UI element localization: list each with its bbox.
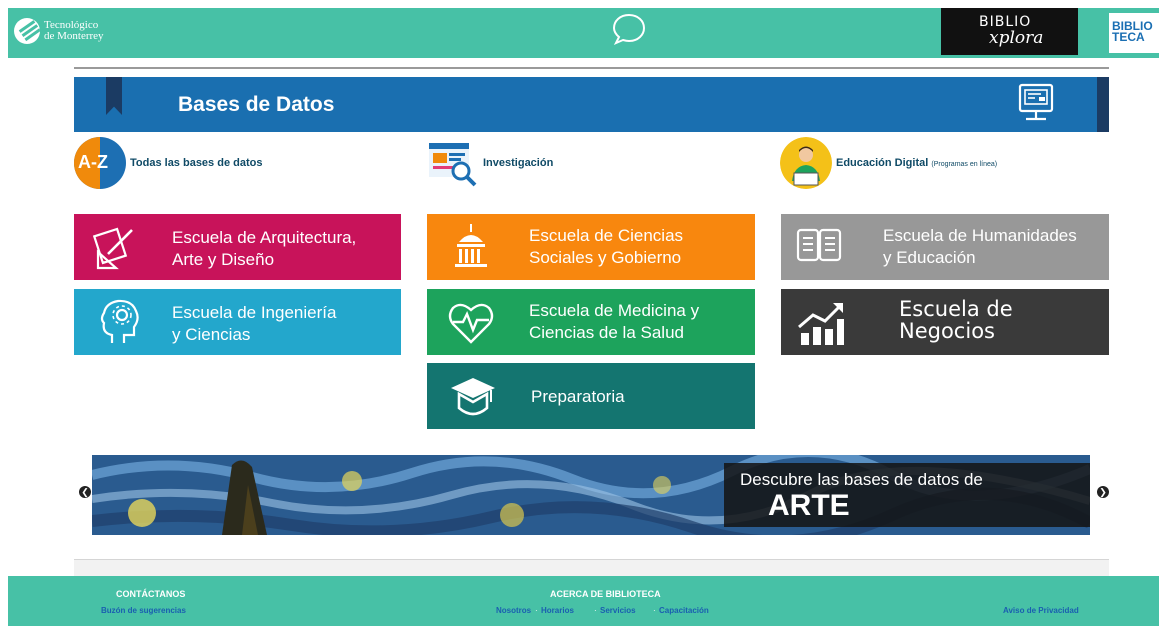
- tile-label-line-1: Escuela de Ingeniería: [172, 303, 337, 322]
- carousel-caption-line-2: ARTE: [768, 489, 850, 522]
- computer-icon[interactable]: [1017, 82, 1055, 126]
- tile-label-line-2: Arte y Diseño: [172, 250, 275, 269]
- chat-bubble-icon[interactable]: [611, 11, 647, 47]
- tec-logo-text: Tecnológico de Monterrey: [44, 20, 104, 42]
- open-book-icon: [796, 228, 842, 262]
- banner-endcap: [1097, 77, 1109, 132]
- footer-link-servicios[interactable]: Servicios: [600, 606, 636, 615]
- footer-link-nosotros[interactable]: Nosotros: [496, 606, 531, 615]
- footer-separator: ·: [535, 606, 538, 615]
- spacer-band: [74, 560, 1109, 576]
- page: Tecnológico de Monterrey BIBLIO xplora B…: [8, 8, 1159, 626]
- tile-label-line-2: Ciencias de la Salud: [529, 323, 684, 342]
- footer-separator: ·: [653, 606, 656, 615]
- a-z-icon-text: A-Z: [78, 152, 108, 172]
- tile-business[interactable]: Escuela de Negocios: [781, 289, 1109, 355]
- tile-label: Preparatoria: [531, 386, 625, 408]
- tec-logo-icon: [14, 18, 40, 44]
- tile-label-line-1: Escuela de Humanidades: [883, 226, 1077, 245]
- footer-link-horarios[interactable]: Horarios: [541, 606, 574, 615]
- tile-medicine-health-sciences[interactable]: Escuela de Medicina y Ciencias de la Sal…: [427, 289, 755, 355]
- footer-link-capacitacion[interactable]: Capacitación: [659, 606, 709, 615]
- tec-logo[interactable]: Tecnológico de Monterrey: [14, 18, 104, 44]
- heartbeat-icon: [448, 303, 494, 344]
- bookmark-icon: [106, 77, 122, 115]
- drawing-tools-icon: [92, 227, 133, 270]
- research-magnifier-icon: [429, 143, 477, 187]
- carousel-slide[interactable]: Descubre las bases de datos de ARTE: [92, 455, 1090, 535]
- category-label: Educación Digital (Programas en línea): [836, 157, 997, 169]
- category-digital-education[interactable]: Educación Digital (Programas en línea): [780, 137, 997, 189]
- tile-high-school[interactable]: Preparatoria: [427, 363, 755, 429]
- page-title: Bases de Datos: [178, 93, 335, 116]
- carousel-next-arrow-icon[interactable]: ❯: [1097, 486, 1109, 498]
- carousel-caption-line-1: Descubre las bases de datos de: [740, 470, 983, 489]
- tile-label-line-1: Escuela de Arquitectura,: [172, 228, 357, 247]
- tile-architecture-art-design[interactable]: Escuela de Arquitectura, Arte y Diseño: [74, 214, 401, 280]
- footer: CONTÁCTANOS Buzón de sugerencias ACERCA …: [8, 576, 1159, 626]
- footer-about-title: ACERCA DE BIBLIOTECA: [550, 589, 661, 599]
- carousel-prev-arrow-icon[interactable]: ❮: [79, 486, 91, 498]
- tile-label-line-2: Negocios: [899, 319, 995, 343]
- capitol-building-icon: [455, 224, 487, 267]
- tile-label: Escuela de Arquitectura, Arte y Diseño: [172, 227, 356, 271]
- a-z-icon: A-Z: [74, 137, 126, 189]
- tile-label-line-2: y Ciencias: [172, 325, 251, 344]
- top-bar: Tecnológico de Monterrey BIBLIO xplora B…: [8, 8, 1159, 58]
- growth-chart-icon: [798, 303, 844, 345]
- tile-label: Escuela de Ingeniería y Ciencias: [172, 302, 336, 346]
- footer-separator: ·: [594, 606, 597, 615]
- tile-engineering-sciences[interactable]: Escuela de Ingeniería y Ciencias: [74, 289, 401, 355]
- tile-label-line-1: Escuela de: [899, 297, 1013, 321]
- category-label: Investigación: [483, 157, 554, 169]
- footer-suggestions-link[interactable]: Buzón de sugerencias: [101, 606, 186, 615]
- biblioxplora-link[interactable]: BIBLIO xplora: [941, 8, 1078, 55]
- tile-social-sciences-government[interactable]: Escuela de Ciencias Sociales y Gobierno: [427, 214, 755, 280]
- tile-label: Escuela de Humanidades y Educación: [883, 225, 1077, 269]
- divider: [74, 67, 1109, 69]
- tile-label-line-1: Escuela de Ciencias: [529, 226, 684, 245]
- tile-label-line-1: Escuela de Medicina y: [529, 301, 700, 320]
- biblioteca-logo[interactable]: BIBLIO TECA: [1109, 13, 1159, 53]
- category-label-text: Educación Digital: [836, 157, 929, 169]
- student-laptop-icon: [780, 137, 832, 189]
- footer-privacy-link[interactable]: Aviso de Privacidad: [1003, 606, 1079, 615]
- footer-contact-title: CONTÁCTANOS: [116, 589, 186, 599]
- category-all-databases[interactable]: A-Z Todas las bases de datos: [74, 137, 262, 189]
- brain-gear-icon: [100, 299, 139, 343]
- category-sublabel: (Programas en línea): [931, 161, 998, 168]
- biblioteca-line-2: TECA: [1112, 30, 1145, 44]
- logo-line-2: de Monterrey: [44, 30, 104, 42]
- tile-label-line-2: Sociales y Gobierno: [529, 248, 682, 267]
- category-label: Todas las bases de datos: [130, 157, 263, 169]
- biblioxplora-bottom: xplora: [989, 28, 1044, 48]
- tile-label: Escuela de Ciencias Sociales y Gobierno: [529, 225, 683, 269]
- section-banner: Bases de Datos: [74, 77, 1109, 132]
- tile-label-line-1: Preparatoria: [531, 387, 625, 406]
- category-research[interactable]: Investigación: [427, 137, 553, 189]
- tile-label: Escuela de Negocios: [899, 298, 1013, 342]
- tile-label: Escuela de Medicina y Ciencias de la Sal…: [529, 300, 699, 344]
- tile-humanities-education[interactable]: Escuela de Humanidades y Educación: [781, 214, 1109, 280]
- graduation-cap-icon: [451, 378, 495, 416]
- carousel-caption: Descubre las bases de datos de ARTE: [724, 463, 1090, 527]
- tile-label-line-2: y Educación: [883, 248, 976, 267]
